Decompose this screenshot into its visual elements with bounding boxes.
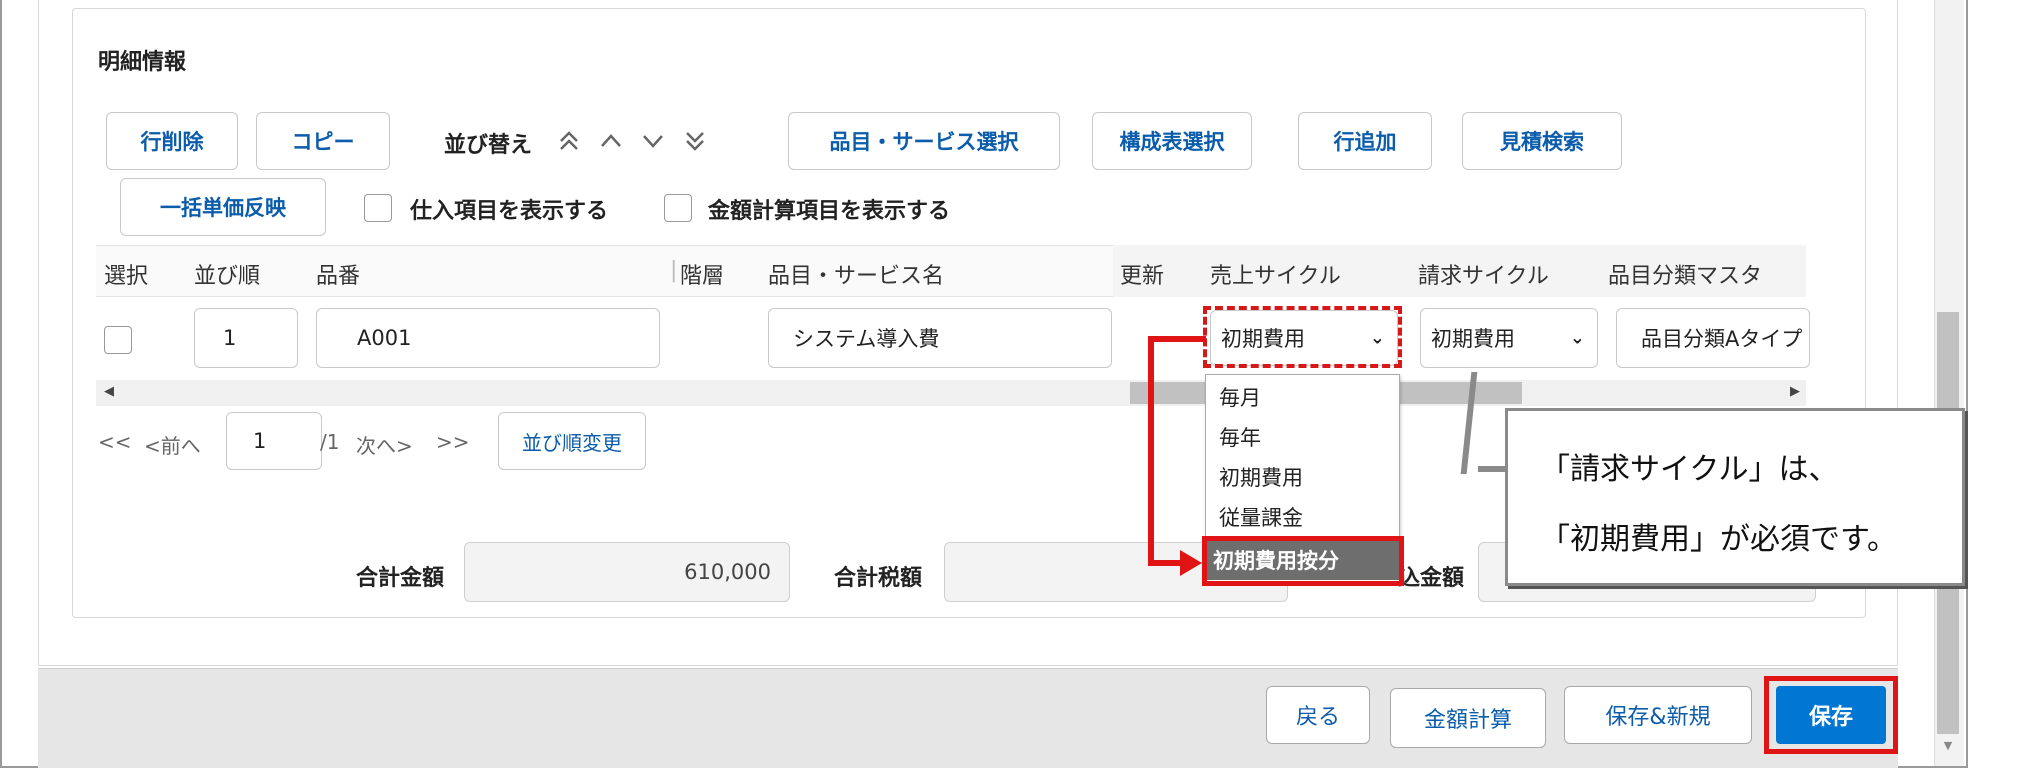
quote-search-button[interactable]: 見積検索: [1462, 112, 1622, 170]
annotation-arrow-icon: [1180, 550, 1202, 576]
pager-total: /1: [320, 430, 340, 454]
total-amount-field: 610,000: [464, 542, 790, 602]
annotation-line-top: [1148, 336, 1206, 342]
dropdown-option[interactable]: 従量課金: [1219, 502, 1303, 532]
header-update: 更新: [1120, 264, 1165, 289]
double-up-icon[interactable]: [556, 128, 582, 160]
header-billing-cycle: 請求サイクル: [1418, 264, 1549, 289]
back-button[interactable]: 戻る: [1266, 686, 1370, 744]
option-highlight-box: [1202, 536, 1404, 586]
header-order: 並び順: [194, 264, 261, 289]
header-sales-cycle: 売上サイクル: [1210, 264, 1341, 289]
pager-next[interactable]: 次へ>: [356, 430, 413, 459]
pager-prev[interactable]: <前へ: [144, 430, 201, 459]
add-row-button[interactable]: 行追加: [1298, 112, 1432, 170]
item-class-select[interactable]: 品目分類Aタイプ: [1616, 308, 1810, 368]
item-service-select-button[interactable]: 品目・サービス選択: [788, 112, 1060, 170]
sales-cycle-highlight: [1203, 306, 1402, 368]
show-purchase-label: 仕入項目を表示する: [410, 199, 609, 224]
save-highlight-box: [1764, 676, 1898, 754]
pager-last[interactable]: >>: [436, 430, 470, 454]
total-amount-label: 合計金額: [356, 566, 445, 591]
delete-row-button[interactable]: 行削除: [106, 112, 238, 170]
header-level: 階層: [680, 264, 725, 289]
callout-connector-foot: [1478, 466, 1508, 472]
order-input[interactable]: 1: [194, 308, 298, 368]
save-new-button[interactable]: 保存&新規: [1564, 686, 1752, 744]
dropdown-option[interactable]: 毎月: [1219, 382, 1261, 412]
billing-cycle-value: 初期費用: [1431, 327, 1515, 351]
callout-line-2: 「初期費用」が必須です。: [1540, 522, 1897, 557]
horizontal-scrollbar[interactable]: [96, 380, 1806, 406]
section-title: 明細情報: [98, 50, 187, 75]
annotation-line-vertical: [1148, 336, 1154, 566]
bulk-price-button[interactable]: 一括単価反映: [120, 178, 326, 236]
sort-label: 並び替え: [444, 133, 533, 158]
chevron-down-icon: ⌄: [1569, 327, 1585, 349]
page-input[interactable]: 1: [226, 412, 322, 470]
scroll-right-icon[interactable]: ▶: [1790, 384, 1800, 399]
header-item-name: 品目・サービス名: [768, 264, 945, 289]
header-item-class: 品目分類マスタ: [1608, 264, 1763, 289]
total-incl-label: 込金額: [1398, 566, 1465, 591]
part-no-input[interactable]: A001: [316, 308, 660, 368]
up-icon[interactable]: [598, 128, 624, 160]
dropdown-option[interactable]: 初期費用: [1219, 462, 1303, 492]
reorder-button[interactable]: 並び順変更: [498, 412, 646, 470]
double-down-icon[interactable]: [682, 128, 708, 160]
copy-button[interactable]: コピー: [256, 112, 390, 170]
scroll-down-arrow-icon[interactable]: ▼: [1938, 736, 1958, 756]
down-icon[interactable]: [640, 128, 666, 160]
show-purchase-checkbox[interactable]: [364, 194, 392, 222]
show-amount-calc-label: 金額計算項目を表示する: [708, 199, 951, 224]
annotation-line-bottom: [1148, 560, 1184, 566]
composition-select-button[interactable]: 構成表選択: [1092, 112, 1252, 170]
scroll-left-icon[interactable]: ◀: [104, 384, 114, 399]
billing-cycle-select[interactable]: 初期費用 ⌄: [1420, 308, 1598, 368]
callout-box: [1505, 408, 1965, 586]
total-tax-label: 合計税額: [834, 566, 923, 591]
column-divider: |: [670, 258, 678, 283]
header-part-no: 品番: [316, 264, 361, 289]
item-name-input[interactable]: システム導入費: [768, 308, 1112, 368]
calc-button[interactable]: 金額計算: [1390, 688, 1546, 748]
pager-first[interactable]: <<: [98, 430, 132, 454]
header-select: 選択: [104, 264, 149, 289]
callout-line-1: 「請求サイクル」は、: [1540, 452, 1839, 487]
dropdown-option[interactable]: 毎年: [1219, 422, 1261, 452]
row-select-checkbox[interactable]: [104, 326, 132, 354]
show-amount-calc-checkbox[interactable]: [664, 194, 692, 222]
